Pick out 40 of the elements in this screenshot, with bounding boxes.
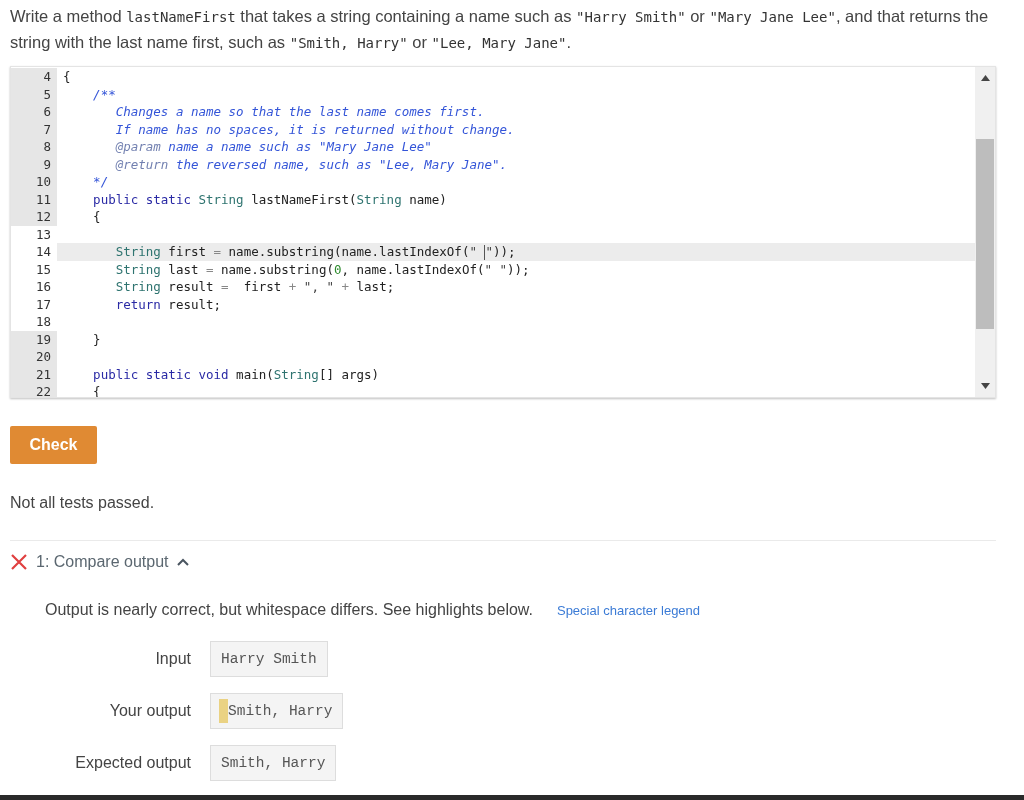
- row-label: Your output: [108, 702, 191, 720]
- output-value: Smith, Harry: [210, 745, 337, 781]
- code-line: return result;: [114, 295, 223, 313]
- line-number: 12: [11, 208, 57, 226]
- scrollbar[interactable]: [975, 67, 995, 397]
- code-line: If name has no spaces, it is returned without change.: [114, 120, 516, 138]
- check-button[interactable]: Check: [10, 426, 97, 464]
- row-label: Expected output: [74, 754, 191, 772]
- code-line: {: [62, 68, 72, 86]
- code-line: }: [92, 330, 102, 348]
- line-number: 20: [11, 348, 57, 366]
- scrollbar-thumb[interactable]: [976, 139, 994, 329]
- scroll-down-icon[interactable]: [980, 383, 990, 389]
- code-line: {: [92, 208, 102, 226]
- code-line: public static void main(String[] args): [92, 365, 381, 383]
- code-line: public static String lastNameFirst(String name): [92, 190, 448, 208]
- whitespace-highlight: [219, 699, 228, 723]
- scroll-up-icon[interactable]: [980, 75, 990, 81]
- code-line: @return the reversed name, such as "Lee, Mary Jane".: [114, 155, 508, 173]
- chevron-icon[interactable]: [176, 558, 189, 566]
- text-cursor: [484, 245, 486, 260]
- code-line: /**: [92, 85, 117, 103]
- result-message: Output is nearly correct, but whitespace differs. See highlights below.: [45, 601, 533, 619]
- legend-link[interactable]: Special character legend: [556, 603, 701, 618]
- code-line: String result = first + ", " + last;: [114, 278, 396, 296]
- code-line: @param name a name such as "Mary Jane Lee": [114, 138, 433, 156]
- output-value: Harry Smith: [210, 641, 328, 677]
- output-value: Smith, Harry: [210, 693, 344, 729]
- test-status: Not all tests passed.: [10, 494, 156, 512]
- line-number: 8: [11, 138, 57, 156]
- line-number: 6: [11, 103, 57, 121]
- code-line: Changes a name so that the last name comes first.: [114, 103, 486, 121]
- line-number: 22: [11, 383, 57, 397]
- line-number: 10: [11, 173, 57, 191]
- code-line: String last = name.substring(0, name.lastIndexOf(" "));: [114, 260, 531, 278]
- code-line: */: [92, 173, 110, 191]
- row-label: Input: [154, 650, 191, 668]
- line-number: 4: [11, 68, 57, 86]
- question-text: Write a method lastNameFirst that takes a string containing a name such as "Harry Smith" or "Mary Jane Lee", and that returns the string with the last name first, such as "Smith, Harry" or "Lee, Mary Jane".: [10, 6, 990, 53]
- test-title[interactable]: 1: Compare output: [36, 553, 169, 571]
